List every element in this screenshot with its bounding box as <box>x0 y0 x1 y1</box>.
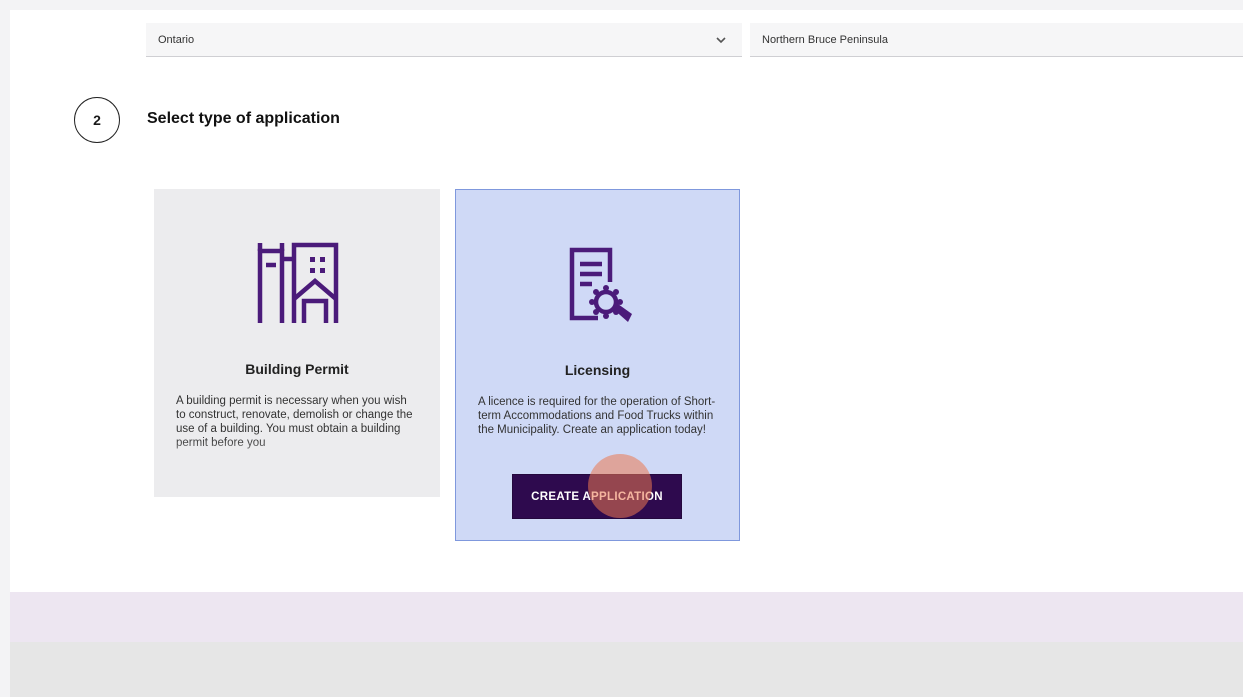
footer <box>10 642 1243 697</box>
step-number-badge: 2 <box>74 97 120 143</box>
province-select[interactable]: Ontario <box>146 23 742 57</box>
building-icon <box>154 237 440 323</box>
municipality-select[interactable]: Northern Bruce Peninsula <box>750 23 1243 57</box>
building-permit-card[interactable]: Building Permit A building permit is nec… <box>154 189 440 497</box>
building-permit-description: A building permit is necessary when you … <box>176 395 413 449</box>
province-value: Ontario <box>158 34 195 46</box>
licensing-description: A licence is required for the operation … <box>478 396 716 436</box>
licensing-title: Licensing <box>564 362 631 378</box>
left-edge <box>0 10 10 697</box>
create-application-button[interactable]: CREATE APPLICATION <box>513 475 681 518</box>
top-strip <box>0 0 1243 10</box>
chevron-down-icon <box>716 23 726 57</box>
step-number: 2 <box>93 112 101 128</box>
building-permit-title: Building Permit <box>245 361 349 377</box>
municipality-value: Northern Bruce Peninsula <box>762 34 888 46</box>
license-certificate-icon <box>456 246 739 326</box>
licensing-card[interactable]: Licensing A licence is required for the … <box>455 189 740 541</box>
lavender-band <box>10 592 1243 642</box>
step-title: Select type of application <box>147 110 340 127</box>
